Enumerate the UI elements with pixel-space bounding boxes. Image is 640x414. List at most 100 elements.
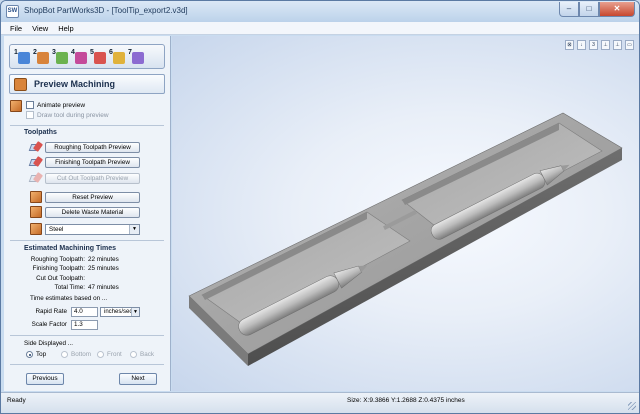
toolbar-step-2-button[interactable]: 2 (33, 49, 49, 65)
side-bottom-label: Bottom (71, 351, 91, 358)
toolbar-step-number: 7 (128, 48, 132, 56)
roughing-time-value: 22 minutes (88, 256, 119, 263)
time-estimates-note: Time estimates based on ... (30, 295, 108, 302)
side-front-label: Front (107, 351, 122, 358)
toolbar-step-number: 5 (90, 48, 94, 56)
side-top-radio[interactable]: Top (26, 351, 46, 358)
chevron-down-icon: ▼ (131, 308, 139, 316)
resize-grip-icon[interactable] (628, 402, 636, 410)
roughing-toolpath-icon (28, 141, 44, 153)
delete-waste-button[interactable]: Delete Waste Material (45, 207, 140, 218)
toolbar-step-number: 3 (52, 48, 56, 56)
toolbar-step-icon (56, 51, 68, 64)
rapid-unit-select[interactable]: inches/sec ▼ (100, 307, 140, 317)
toolbar-step-icon (75, 51, 87, 64)
preview-machining-icon (14, 78, 27, 91)
toolbar-step-3-button[interactable]: 3 (52, 49, 68, 65)
machining-times-title: Estimated Machining Times (24, 245, 117, 252)
animate-preview-label: Animate preview (37, 101, 86, 109)
menu-help[interactable]: Help (53, 22, 78, 34)
material-icon (30, 223, 42, 235)
side-bottom-radio[interactable]: Bottom (61, 351, 91, 358)
close-button[interactable]: ✕ (599, 2, 635, 17)
next-button[interactable]: Next (119, 373, 157, 385)
app-window: SW ShopBot PartWorks3D - [ToolTip_export… (0, 0, 640, 414)
side-back-radio[interactable]: Back (130, 351, 154, 358)
machined-part-render (188, 112, 623, 366)
size-readout: Size: X:9.3866 Y:1.2688 Z:0.4375 inches (347, 397, 465, 404)
toolbar-step-number: 4 (71, 48, 75, 56)
status-text: Ready (7, 397, 26, 404)
status-bar: Ready Size: X:9.3866 Y:1.2688 Z:0.4375 i… (1, 392, 639, 413)
draw-tool-option[interactable]: Draw tool during preview (26, 111, 109, 119)
menu-view[interactable]: View (27, 22, 53, 34)
rapid-rate-input[interactable]: 4.0 (71, 307, 98, 317)
previous-button[interactable]: Previous (26, 373, 64, 385)
total-time-label: Total Time: (54, 284, 85, 291)
toolbar-step-number: 1 (14, 48, 18, 56)
roughing-time-label: Roughing Toolpath: (30, 256, 85, 263)
step-toolbar: 1 2 3 4 5 6 7 (9, 44, 165, 69)
side-displayed-title: Side Displayed ... (24, 340, 74, 347)
delete-waste-icon (30, 206, 42, 218)
finishing-time-value: 25 minutes (88, 265, 119, 272)
toolbar-step-icon (37, 51, 49, 64)
animate-options-icon (10, 100, 22, 112)
side-top-label: Top (36, 351, 47, 358)
cutout-preview-button[interactable]: Cut Out Toolpath Preview (45, 173, 140, 184)
radio-icon (130, 351, 137, 358)
radio-selected-icon (26, 351, 33, 358)
roughing-preview-button[interactable]: Roughing Toolpath Preview (45, 142, 140, 153)
animate-preview-checkbox[interactable] (26, 101, 34, 109)
left-panel: 1 2 3 4 5 6 7 Preview Machining Animate previe… (4, 36, 171, 391)
side-front-radio[interactable]: Front (97, 351, 122, 358)
toolbar-step-7-button[interactable]: 7 (128, 49, 144, 65)
toolbar-step-number: 6 (109, 48, 113, 56)
material-select-value: Steel (49, 226, 64, 233)
toolbar-step-icon (113, 51, 125, 64)
draw-tool-label: Draw tool during preview (37, 111, 109, 119)
finishing-toolpath-icon (28, 156, 44, 168)
toolbar-step-6-button[interactable]: 6 (109, 49, 125, 65)
menu-file[interactable]: File (5, 22, 27, 34)
total-time-value: 47 minutes (88, 284, 119, 291)
cutout-toolpath-icon (28, 172, 44, 184)
toolpaths-title: Toolpaths (24, 129, 57, 136)
divider (10, 364, 164, 365)
maximize-button[interactable]: □ (579, 2, 599, 17)
reset-preview-button[interactable]: Reset Preview (45, 192, 140, 203)
finishing-time-label: Finishing Toolpath: (32, 265, 85, 272)
menu-bar: File View Help (1, 22, 639, 35)
radio-icon (97, 351, 104, 358)
finishing-preview-button[interactable]: Finishing Toolpath Preview (45, 157, 140, 168)
window-title: ShopBot PartWorks3D - [ToolTip_export2.v… (24, 6, 188, 15)
window-controls: – □ ✕ (559, 2, 635, 17)
toolbar-step-icon (18, 51, 30, 64)
side-back-label: Back (140, 351, 154, 358)
chevron-down-icon: ▼ (129, 225, 139, 234)
rapid-rate-label: Rapid Rate (35, 308, 67, 315)
radio-icon (61, 351, 68, 358)
animate-preview-option[interactable]: Animate preview (26, 101, 85, 109)
divider (10, 335, 164, 336)
toolbar-step-icon (132, 51, 144, 64)
toolbar-step-number: 2 (33, 48, 37, 56)
app-logo-icon: SW (6, 5, 19, 18)
scale-factor-input[interactable]: 1.3 (71, 320, 98, 330)
divider (10, 125, 164, 126)
panel-heading: Preview Machining (9, 74, 165, 94)
material-select[interactable]: Steel ▼ (45, 224, 140, 235)
minimize-button[interactable]: – (559, 2, 579, 17)
divider (10, 240, 164, 241)
rapid-unit-value: inches/sec (104, 309, 133, 315)
toolbar-step-4-button[interactable]: 4 (71, 49, 87, 65)
draw-tool-checkbox[interactable] (26, 111, 34, 119)
3d-viewport[interactable]: ⊠ ↓ 3 ⊥ ⊥ ▭ (172, 36, 639, 391)
reset-preview-icon (30, 191, 42, 203)
toolbar-step-1-button[interactable]: 1 (14, 49, 30, 65)
title-bar: SW ShopBot PartWorks3D - [ToolTip_export… (1, 1, 639, 22)
cutout-time-label: Cut Out Toolpath: (36, 275, 85, 282)
page-title: Preview Machining (34, 79, 116, 89)
toolbar-step-5-button[interactable]: 5 (90, 49, 106, 65)
toolbar-step-icon (94, 51, 106, 64)
